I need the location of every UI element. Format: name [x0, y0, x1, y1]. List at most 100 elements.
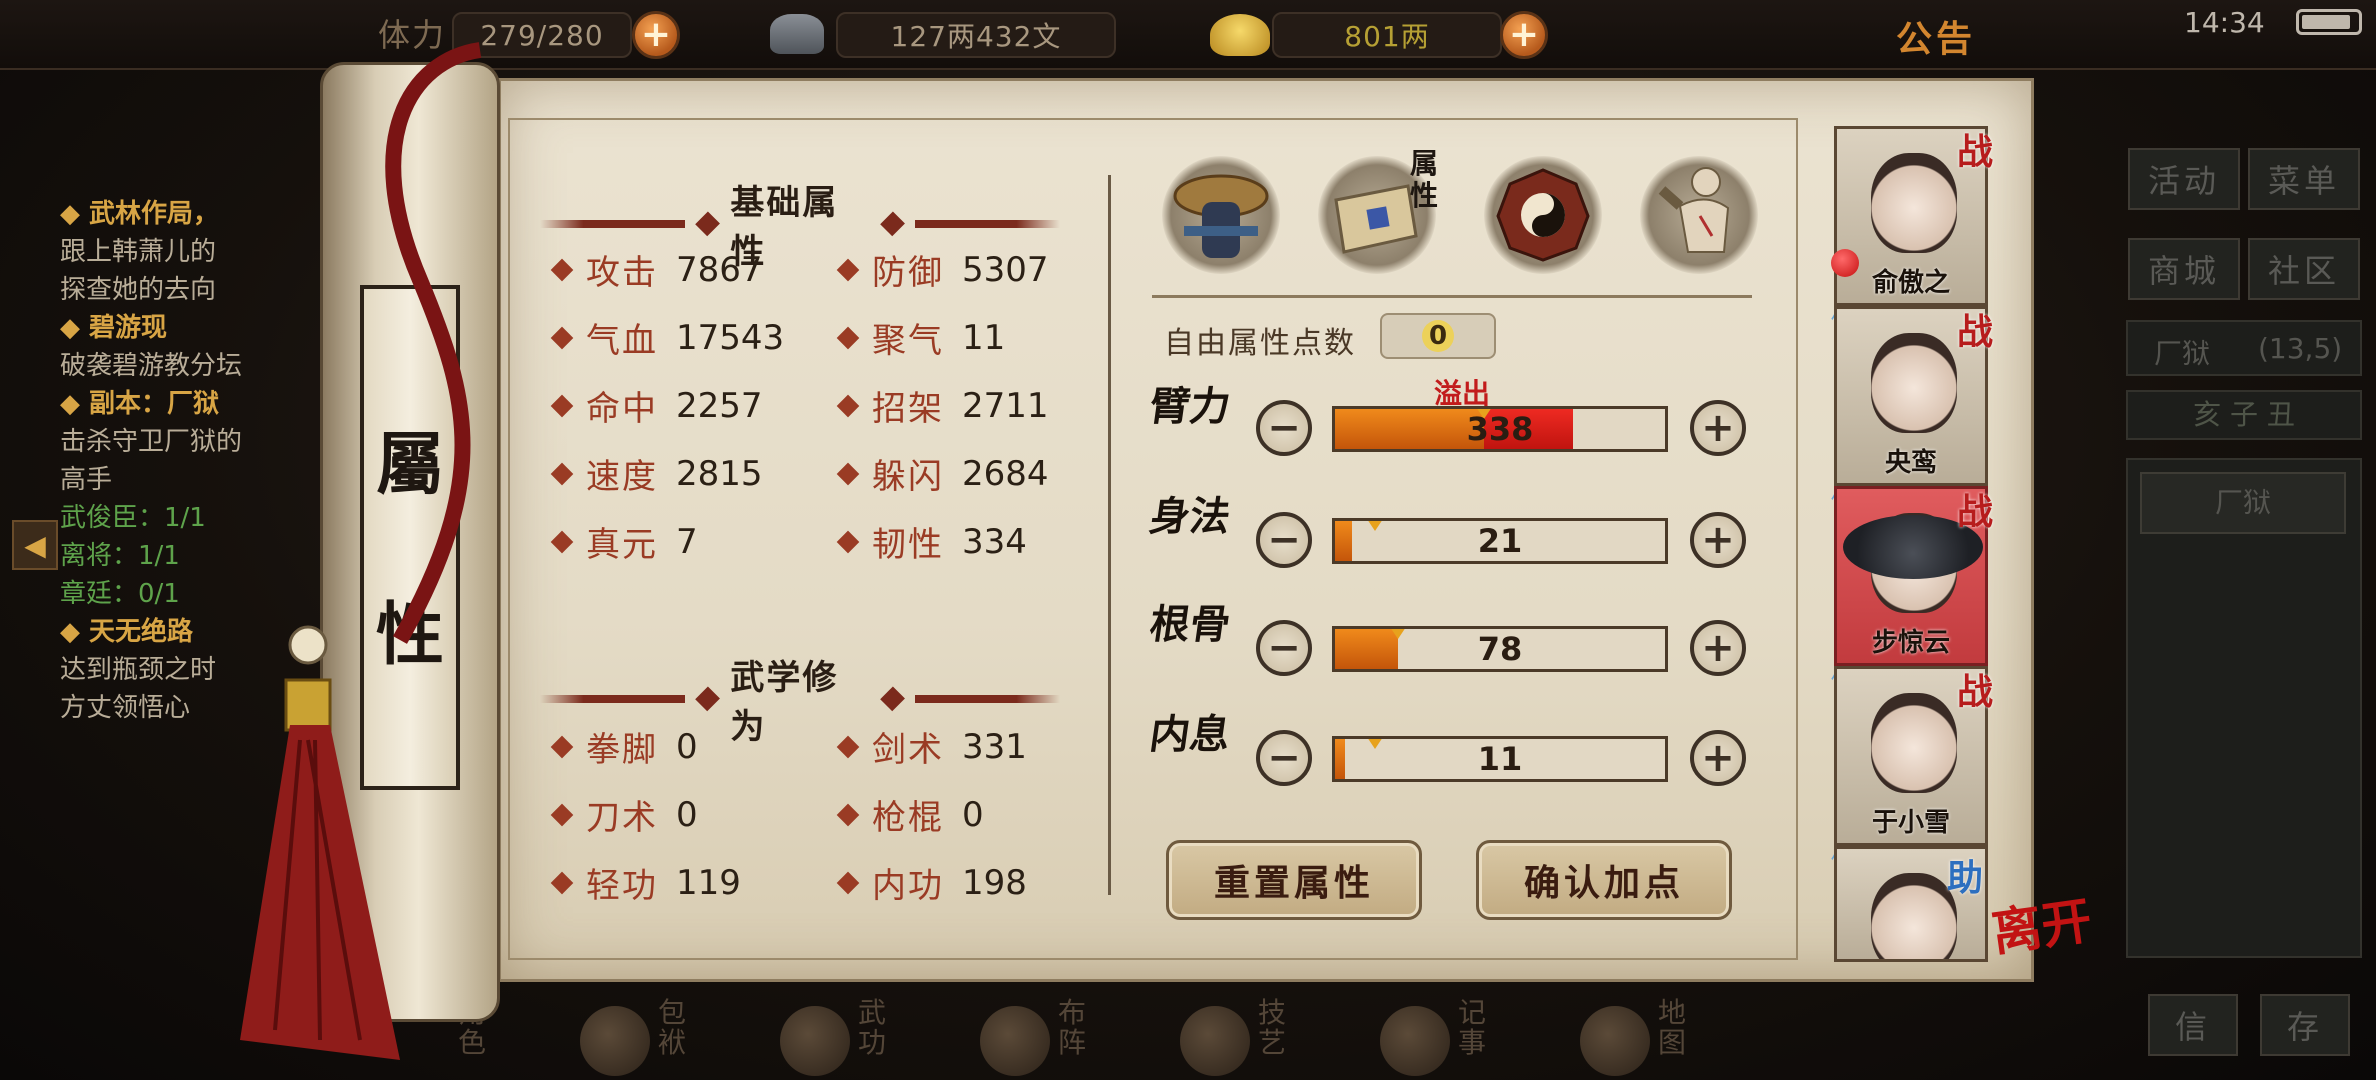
confirm-points-button[interactable]: 确认加点: [1476, 840, 1732, 920]
battle-tag: 战: [1956, 491, 1993, 533]
add-stamina-button[interactable]: +: [632, 11, 680, 59]
breath-value: 11: [1477, 740, 1523, 778]
system-clock: 14:34: [2184, 6, 2265, 39]
free-points-display: 0: [1380, 313, 1496, 359]
member-name: 央鸾: [1884, 448, 1937, 478]
attribute-tab-label: 属性: [1410, 147, 1439, 212]
member-name: 步惊云: [1871, 628, 1950, 658]
strength-bar: 338: [1332, 406, 1668, 452]
stat-tenacity: 韧性 334: [836, 517, 1027, 566]
stat-dodge: 躲闪 2684: [836, 449, 1049, 498]
stat-qi: 聚气 11: [836, 313, 1005, 362]
stat-true-essence: 真元 7: [550, 517, 698, 566]
gold-ingot-icon: [1210, 14, 1270, 56]
menu-button[interactable]: 菜单: [2248, 148, 2360, 210]
member-name: 俞傲之: [1871, 268, 1950, 298]
nav-skills[interactable]: 技艺: [1180, 998, 1350, 1078]
nav-map[interactable]: 地图: [1580, 998, 1750, 1078]
constitution-bar: 78: [1332, 626, 1668, 672]
tassel-decoration: [240, 42, 482, 1060]
party-member-card-selected[interactable]: 战 步惊云 修: [1831, 486, 1993, 692]
column-divider: [1108, 175, 1111, 895]
stat-inner-art: 内功 198: [836, 858, 1027, 907]
activity-button[interactable]: 活动: [2128, 148, 2240, 210]
increase-agility-button[interactable]: +: [1690, 512, 1746, 568]
nav-formation[interactable]: 布阵: [980, 998, 1150, 1078]
bag-icon: [580, 1006, 650, 1076]
save-button[interactable]: 存: [2260, 994, 2350, 1056]
stat-blade: 刀术 0: [550, 790, 698, 839]
bagua-icon[interactable]: [1484, 156, 1602, 274]
section-separator: [1152, 295, 1752, 298]
location-coords: (13,5): [2258, 332, 2343, 365]
character-portrait: [1871, 153, 1957, 253]
stat-speed: 速度 2815: [550, 449, 763, 498]
gold-value: 801两: [1272, 12, 1502, 58]
stat-spear: 枪棍 0: [836, 790, 984, 839]
increase-strength-button[interactable]: +: [1690, 400, 1746, 456]
attr-name-strength: 臂力: [1146, 383, 1234, 430]
copper-value: 127两432文: [836, 12, 1116, 58]
stat-fist: 拳脚 0: [550, 722, 698, 771]
breath-bar: 11: [1332, 736, 1668, 782]
constitution-value: 78: [1477, 630, 1523, 668]
journal-icon: [1380, 1006, 1450, 1076]
add-gold-button[interactable]: +: [1500, 11, 1548, 59]
battle-tag: 战: [1956, 131, 1993, 173]
character-portrait: [1871, 333, 1957, 433]
bagua-icon: [980, 1006, 1050, 1076]
increase-breath-button[interactable]: +: [1690, 730, 1746, 786]
location-name: 厂狱: [2154, 337, 2211, 370]
map-entry-button[interactable]: 厂狱: [2140, 472, 2346, 534]
tools-icon: [1180, 1006, 1250, 1076]
decrease-agility-button[interactable]: −: [1256, 512, 1312, 568]
nav-martial-arts[interactable]: 武功: [780, 998, 950, 1078]
map-icon: [1580, 1006, 1650, 1076]
location-display: 厂狱 (13,5): [2126, 320, 2362, 376]
decrease-strength-button[interactable]: −: [1256, 400, 1312, 456]
shop-button[interactable]: 商城: [2128, 238, 2240, 300]
notice-button[interactable]: 公告: [1896, 10, 1976, 62]
meridian-body-icon[interactable]: [1640, 156, 1758, 274]
stat-defense: 防御 5307: [836, 245, 1049, 294]
attr-name-constitution: 根骨: [1146, 601, 1234, 648]
stat-hit: 命中 2257: [550, 381, 763, 430]
free-points-value: 0: [1422, 320, 1454, 352]
map-panel: 厂狱: [2126, 458, 2362, 958]
battle-tag: 战: [1956, 671, 1993, 713]
stat-hp: 气血 17543: [550, 313, 784, 362]
stat-lightness: 轻功 119: [550, 858, 741, 907]
mail-button[interactable]: 信: [2148, 994, 2238, 1056]
support-tag: 助: [1946, 857, 1983, 899]
copper-ingot-icon: [770, 14, 824, 54]
agility-value: 21: [1477, 522, 1523, 560]
time-display: 亥 子 丑: [2126, 390, 2362, 440]
battery-icon: [2296, 9, 2362, 35]
character-portrait: [1871, 873, 1957, 959]
community-button[interactable]: 社区: [2248, 238, 2360, 300]
party-member-card[interactable]: 战 央鸾 修: [1831, 306, 1993, 512]
attr-name-breath: 内息: [1146, 711, 1234, 758]
reset-attributes-button[interactable]: 重置属性: [1166, 840, 1422, 920]
party-member-card[interactable]: 战 于小雪 修: [1831, 666, 1993, 872]
nav-journal[interactable]: 记事: [1380, 998, 1550, 1078]
party-member-card[interactable]: 助: [1834, 846, 1988, 962]
strength-value: 338: [1466, 410, 1534, 448]
battle-tag: 战: [1956, 311, 1993, 353]
decrease-breath-button[interactable]: −: [1256, 730, 1312, 786]
attr-name-agility: 身法: [1146, 493, 1234, 540]
nav-inventory[interactable]: 包袱: [580, 998, 750, 1078]
increase-constitution-button[interactable]: +: [1690, 620, 1746, 676]
free-points-label: 自由属性点数: [1164, 326, 1356, 361]
hero-portrait-icon[interactable]: [1162, 156, 1280, 274]
stat-parry: 招架 2711: [836, 381, 1049, 430]
character-portrait: [1871, 693, 1957, 793]
collapse-quest-arrow-icon[interactable]: ◀: [12, 520, 58, 570]
leave-button[interactable]: 离开: [1988, 890, 2113, 1019]
stat-sword: 剑术 331: [836, 722, 1027, 771]
stat-attack: 攻击 7867: [550, 245, 763, 294]
decrease-constitution-button[interactable]: −: [1256, 620, 1312, 676]
member-name: 于小雪: [1871, 808, 1950, 838]
party-member-card[interactable]: 战 俞傲之 修: [1831, 126, 1993, 332]
book-icon: [780, 1006, 850, 1076]
